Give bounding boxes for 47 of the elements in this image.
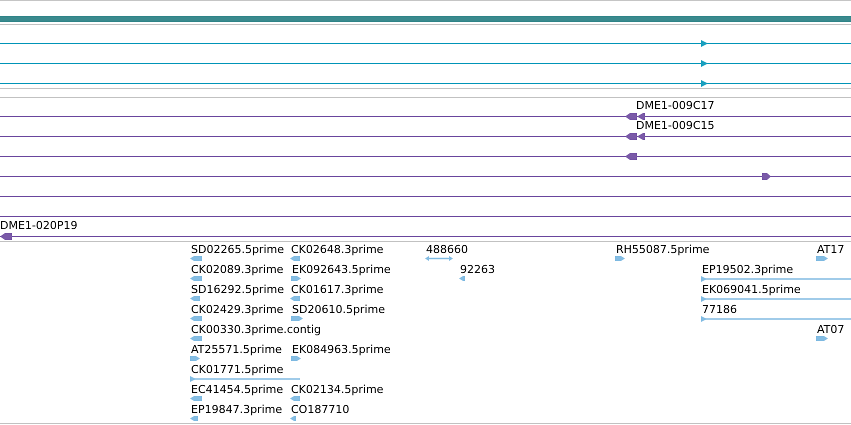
feature-glyph <box>290 296 300 301</box>
feature-label: AT07 <box>817 324 844 335</box>
feature-label: 488660 <box>426 244 468 255</box>
feature-glyph <box>190 396 202 401</box>
feature-glyph <box>291 276 301 281</box>
feature-glyph <box>190 316 202 321</box>
feature-label: 92263 <box>460 264 495 275</box>
feature-label: EK084963.5prime <box>292 344 391 355</box>
feature-glyph <box>190 256 202 261</box>
feature-label: EK092643.5prime <box>292 264 391 275</box>
feature-glyph <box>290 416 296 421</box>
feature-glyph <box>290 256 300 261</box>
feature-label: EK069041.5prime <box>702 284 801 295</box>
feature-label: RH55087.5prime <box>616 244 710 255</box>
feature-label: SD16292.5prime <box>191 284 284 295</box>
feature-glyph <box>816 336 828 341</box>
feature-label: AT25571.5prime <box>191 344 282 355</box>
feature-label: CK02089.3prime <box>191 264 284 275</box>
feature-glyph <box>425 256 453 261</box>
feature-glyph <box>615 256 625 261</box>
feature-glyph <box>459 276 465 281</box>
feature-label: EP19847.3prime <box>191 404 282 415</box>
feature-glyph <box>816 256 828 261</box>
clone-label: DME1-009C15 <box>636 120 715 131</box>
feature-glyph <box>190 276 202 281</box>
feature-label: CO187710 <box>291 404 350 415</box>
feature-label: CK00330.3prime.contig <box>191 324 322 335</box>
feature-label: SD02265.5prime <box>191 244 284 255</box>
feature-glyph <box>190 296 200 301</box>
clone-label: DME1-009C17 <box>636 100 715 111</box>
feature-glyph <box>291 356 301 361</box>
feature-label: AT17 <box>817 244 844 255</box>
feature-glyph <box>190 416 198 421</box>
feature-label: 77186 <box>702 304 737 315</box>
feature-glyph <box>190 356 200 361</box>
feature-label: EC41454.5prime <box>191 384 284 395</box>
feature-label: CK01617.3prime <box>291 284 384 295</box>
clone-label: DME1-020P19 <box>0 220 78 231</box>
feature-label: SD20610.5prime <box>292 304 385 315</box>
feature-label: CK02648.3prime <box>291 244 384 255</box>
feature-label: EP19502.3prime <box>702 264 794 275</box>
feature-label: CK02134.5prime <box>291 384 384 395</box>
feature-glyph <box>290 396 300 401</box>
feature-glyph <box>291 316 303 321</box>
feature-glyph <box>190 336 202 341</box>
feature-label: CK02429.3prime <box>191 304 284 315</box>
feature-label: CK01771.5prime <box>191 364 284 375</box>
